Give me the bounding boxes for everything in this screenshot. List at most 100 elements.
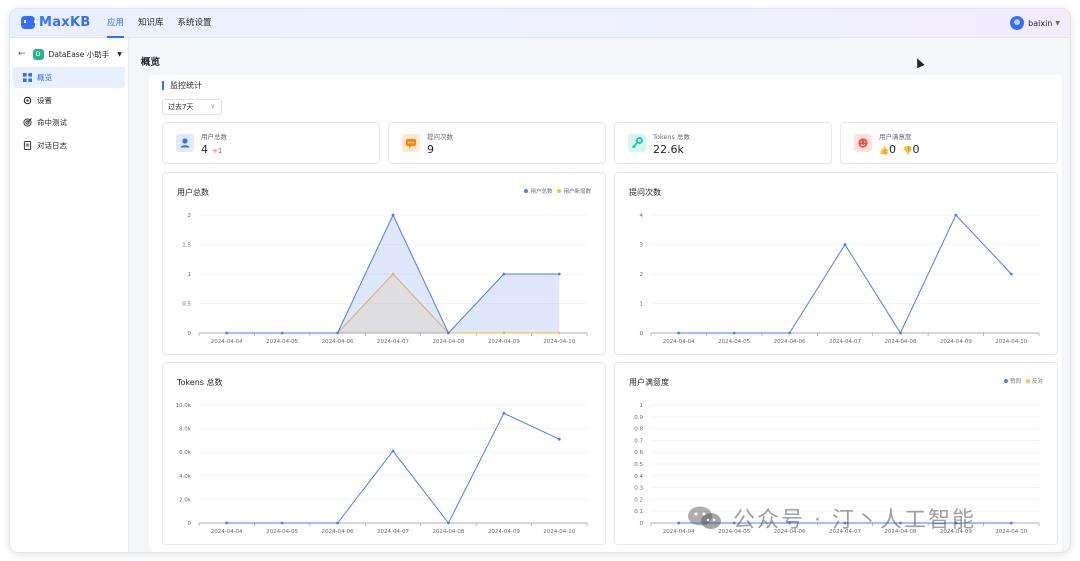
y-tick-label: 1 [640, 403, 644, 409]
data-point [788, 331, 791, 335]
stat-card-users: 用户总数 4 +1 [162, 122, 380, 164]
data-point [677, 521, 681, 525]
data-point [225, 521, 229, 525]
x-tick-label: 2024-04-05 [266, 339, 298, 345]
data-point [899, 331, 902, 335]
app-name: DataEase 小助手 [48, 49, 110, 59]
x-tick-label: 2024-04-10 [543, 339, 575, 345]
x-tick-label: 2024-04-05 [718, 339, 750, 345]
user-name: baixin [1028, 18, 1053, 28]
y-tick-label: 0.5 [182, 302, 191, 308]
avatar [1010, 16, 1025, 30]
watermark-text: 公众号 · 汀丶人工智能 [733, 508, 976, 533]
chat-bubble-icon [402, 134, 420, 152]
maxkb-logo-icon [21, 16, 36, 29]
y-tick-label: 0.7 [634, 438, 643, 444]
y-tick-label: 1.5 [182, 243, 191, 249]
stat-label: 用户满意度 [879, 133, 912, 141]
x-tick-label: 2024-04-07 [377, 529, 409, 535]
stat-value: 22.6k [653, 143, 684, 156]
stat-card-questions: 提问次数 9 [388, 122, 606, 164]
x-tick-label: 2024-04-10 [995, 339, 1027, 345]
user-icon [176, 134, 194, 152]
chart-questions: 0 1 2 3 4 2024-04-04 2024-04-05 2024-04-06 2024-… [640, 213, 1040, 345]
gear-icon [23, 96, 32, 104]
data-point [732, 331, 736, 335]
x-tick-label: 2024-04-07 [377, 339, 409, 345]
y-tick-label: 4.0k [179, 474, 192, 480]
brand-logo[interactable]: MaxKB [21, 15, 91, 30]
date-range-value: 过去7天 [168, 103, 194, 111]
stat-card-satisfaction: 用户满意度 👍0 👎0 [840, 122, 1058, 164]
y-tick-label: 0 [640, 331, 644, 337]
like-count: 0 [888, 143, 896, 156]
app-selector[interactable]: ← D DataEase 小助手 ▼ [18, 46, 122, 62]
data-point [557, 437, 561, 441]
nav-settings[interactable]: 系统设置 [178, 9, 212, 38]
data-point [391, 213, 395, 217]
data-point [447, 521, 450, 525]
app-avatar: D [32, 48, 44, 60]
section-title: 监控统计 [162, 81, 202, 90]
data-point [225, 331, 229, 335]
stat-label: 提问次数 [427, 133, 453, 141]
y-tick-label: 3 [640, 243, 644, 249]
sidebar-item-label: 设置 [37, 95, 52, 105]
y-tick-label: 0.5 [634, 462, 643, 468]
stat-value: 9 [427, 143, 434, 156]
y-tick-label: 0.2 [634, 497, 643, 503]
x-tick-label: 2024-04-08 [432, 339, 464, 345]
y-tick-label: 0 [188, 521, 192, 527]
thumbs-up-icon: 👍 [879, 146, 889, 155]
y-tick-label: 0.6 [634, 450, 643, 456]
x-tick-label: 2024-04-06 [322, 529, 354, 535]
watermark: 公众号 · 汀丶人工智能 [685, 502, 976, 534]
document-icon [23, 140, 32, 150]
nav-knowledge[interactable]: 知识库 [138, 9, 164, 38]
y-tick-label: 1 [640, 302, 644, 308]
y-tick-label: 0.3 [634, 486, 643, 492]
x-tick-label: 2024-04-06 [322, 339, 354, 345]
x-tick-label: 2024-04-07 [829, 339, 861, 345]
y-tick-label: 0.9 [634, 415, 643, 421]
y-tick-label: 0.1 [634, 509, 643, 515]
x-tick-label: 2024-04-05 [266, 529, 298, 535]
back-arrow-icon[interactable]: ← [18, 49, 26, 59]
stat-value: 👍0 👎0 [879, 143, 919, 156]
data-point [677, 331, 681, 335]
y-tick-label: 8.0k [179, 427, 192, 433]
user-menu[interactable]: baixin ▼ [1010, 16, 1060, 30]
date-range-select[interactable]: 过去7天 ∨ [162, 99, 222, 115]
grid-icon [23, 73, 32, 82]
y-tick-label: 2 [188, 213, 192, 219]
top-bar: MaxKB 应用 知识库 系统设置 baixin ▼ [10, 9, 1070, 38]
x-tick-label: 2024-04-06 [774, 339, 806, 345]
x-tick-label: 2024-04-08 [432, 529, 464, 535]
sidebar-menu: 概览 设置 命中测试 对话日志 [13, 67, 125, 157]
data-point [336, 331, 339, 335]
nav-apps[interactable]: 应用 [107, 9, 125, 38]
top-nav: 应用 知识库 系统设置 [107, 9, 226, 38]
wechat-icon [688, 506, 721, 529]
data-point [280, 331, 284, 335]
x-tick-label: 2024-04-04 [663, 339, 695, 345]
brand-name: MaxKB [39, 15, 91, 30]
smile-icon [854, 134, 872, 152]
sidebar-item-overview[interactable]: 概览 [13, 67, 125, 88]
data-point [447, 331, 450, 335]
y-tick-label: 2 [640, 272, 644, 278]
y-tick-label: 4 [640, 213, 644, 219]
y-tick-label: 6.0k [179, 450, 192, 456]
data-point [843, 243, 847, 246]
chart-tokens: 0 2.0k 4.0k 6.0k 8.0k 10.0k 2024-04-04 2024-04-… [176, 403, 588, 535]
y-tick-label: 0.4 [634, 474, 643, 480]
data-point [954, 213, 958, 217]
x-tick-label: 2024-04-09 [488, 339, 520, 345]
sidebar-item-settings[interactable]: 设置 [13, 90, 125, 111]
chart-users: 0 0.5 1 1.5 2 2024-04-04 2024-04-05 2024-04-06 2… [182, 213, 588, 345]
target-icon [23, 118, 32, 127]
sidebar-item-chat-logs[interactable]: 对话日志 [13, 135, 125, 156]
data-point [557, 272, 561, 276]
y-tick-label: 0 [640, 521, 644, 527]
sidebar-item-hit-test[interactable]: 命中测试 [13, 112, 125, 133]
